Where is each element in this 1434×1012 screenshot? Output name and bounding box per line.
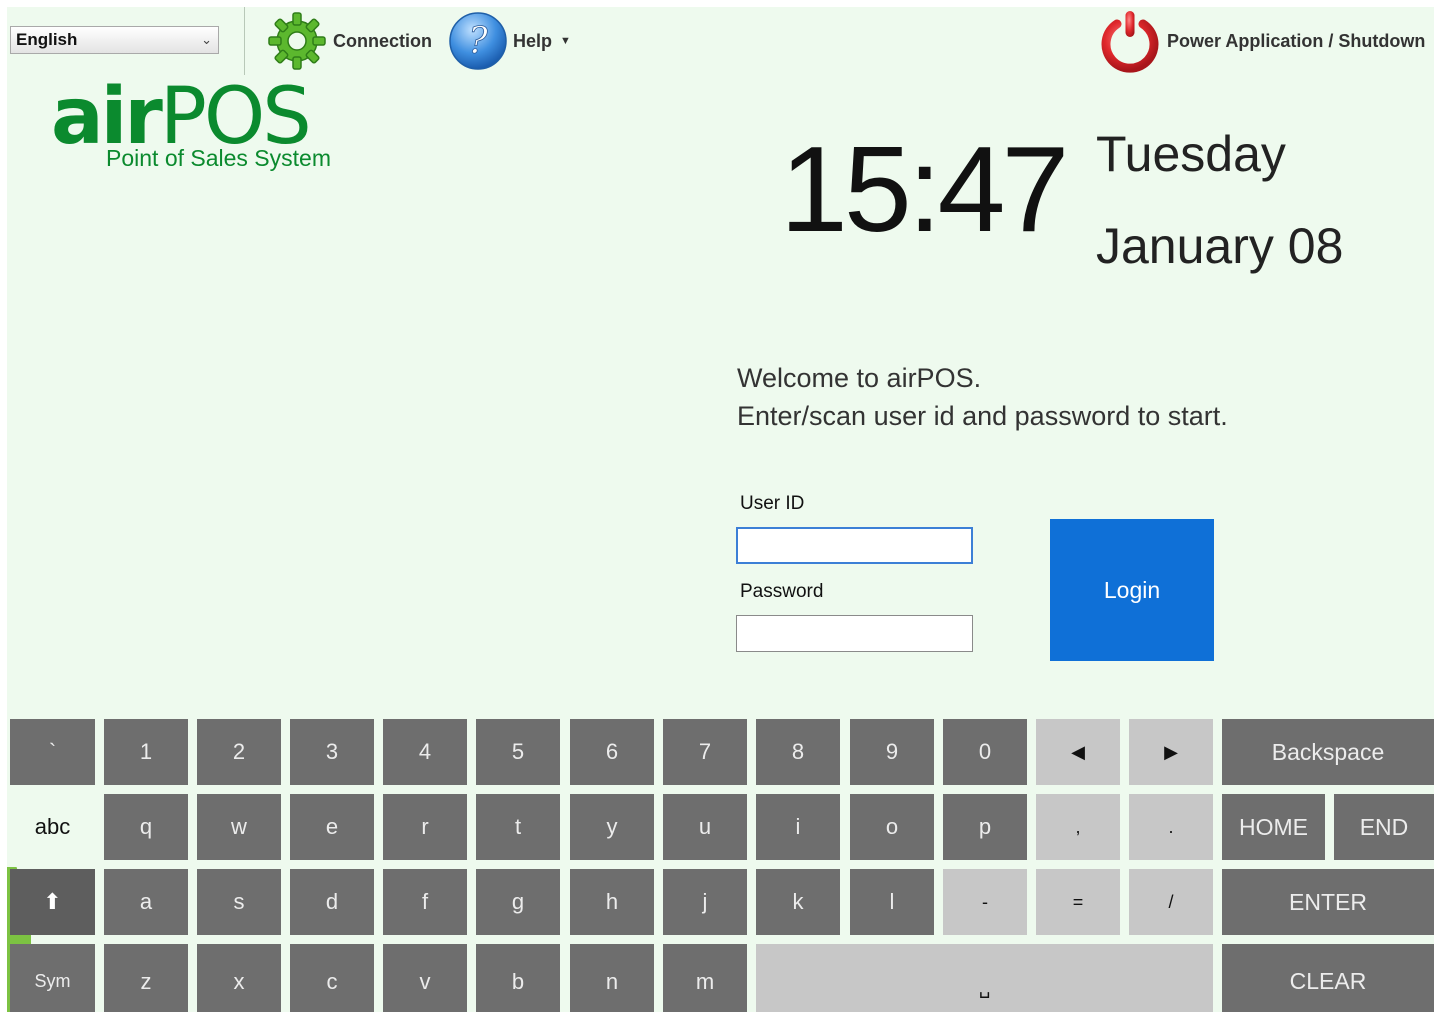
key-r[interactable]: r (383, 794, 467, 860)
gear-icon (268, 12, 326, 70)
clock-day: Tuesday (1096, 126, 1286, 182)
welcome-line-1: Welcome to airPOS. (737, 363, 982, 393)
key-2[interactable]: 2 (197, 719, 281, 785)
key-s[interactable]: s (197, 869, 281, 935)
app-window: English ⌄ Connection ? Help ▼ Power Appl… (7, 7, 1434, 1012)
key-n[interactable]: n (570, 944, 654, 1012)
key-7[interactable]: 7 (663, 719, 747, 785)
key-v[interactable]: v (383, 944, 467, 1012)
key-p[interactable]: p (943, 794, 1027, 860)
connection-button[interactable]: Connection (265, 11, 432, 71)
language-select-value: English (16, 30, 78, 49)
key-5[interactable]: 5 (476, 719, 560, 785)
airpos-logo: airPOS Point of Sales System (51, 77, 331, 171)
password-label: Password (740, 581, 824, 602)
key-w[interactable]: w (197, 794, 281, 860)
clock-time: 15:47 (780, 121, 1069, 257)
on-screen-keyboard: ` 1 2 3 4 5 6 7 8 9 0 ◀ ▶ Backspace abc … (7, 719, 1434, 1012)
key-a[interactable]: a (104, 869, 188, 935)
key-backtick[interactable]: ` (10, 719, 95, 785)
key-9[interactable]: 9 (850, 719, 934, 785)
key-o[interactable]: o (850, 794, 934, 860)
key-period[interactable]: . (1129, 794, 1213, 860)
space-key[interactable]: ␣ (756, 944, 1213, 1012)
key-u[interactable]: u (663, 794, 747, 860)
key-b[interactable]: b (476, 944, 560, 1012)
key-equals[interactable]: = (1036, 869, 1120, 935)
language-select[interactable]: English ⌄ (10, 26, 219, 54)
welcome-line-2: Enter/scan user id and password to start… (737, 401, 1228, 431)
key-l[interactable]: l (850, 869, 934, 935)
toolbar: English ⌄ Connection ? Help ▼ Power Appl… (7, 7, 1434, 77)
clear-key[interactable]: CLEAR (1222, 944, 1434, 1012)
key-d[interactable]: d (290, 869, 374, 935)
backspace-key[interactable]: Backspace (1222, 719, 1434, 785)
arrow-right-key[interactable]: ▶ (1129, 719, 1213, 785)
key-1[interactable]: 1 (104, 719, 188, 785)
key-z[interactable]: z (104, 944, 188, 1012)
key-g[interactable]: g (476, 869, 560, 935)
svg-text:?: ? (468, 21, 488, 62)
key-y[interactable]: y (570, 794, 654, 860)
logo-subtitle: Point of Sales System (106, 145, 331, 171)
key-x[interactable]: x (197, 944, 281, 1012)
arrow-left-key[interactable]: ◀ (1036, 719, 1120, 785)
key-m[interactable]: m (663, 944, 747, 1012)
password-input[interactable] (736, 615, 973, 652)
power-button[interactable]: Power Application / Shutdown (1097, 11, 1426, 73)
key-3[interactable]: 3 (290, 719, 374, 785)
help-button[interactable]: ? Help ▼ (447, 11, 571, 71)
power-label: Power Application / Shutdown (1167, 30, 1426, 51)
home-key[interactable]: HOME (1222, 794, 1325, 860)
key-k[interactable]: k (756, 869, 840, 935)
enter-key[interactable]: ENTER (1222, 869, 1434, 935)
toolbar-divider (244, 7, 245, 75)
end-key[interactable]: END (1334, 794, 1434, 860)
chevron-down-icon: ⌄ (201, 32, 212, 47)
key-minus[interactable]: - (943, 869, 1027, 935)
sym-key[interactable]: Sym (10, 944, 95, 1012)
key-comma[interactable]: , (1036, 794, 1120, 860)
key-0[interactable]: 0 (943, 719, 1027, 785)
help-label: Help (513, 30, 553, 51)
key-t[interactable]: t (476, 794, 560, 860)
key-h[interactable]: h (570, 869, 654, 935)
key-c[interactable]: c (290, 944, 374, 1012)
user-id-label: User ID (740, 493, 805, 514)
welcome-message: Welcome to airPOS. Enter/scan user id an… (737, 359, 1228, 435)
question-icon: ? (449, 12, 507, 70)
user-id-input[interactable] (736, 527, 973, 564)
key-f[interactable]: f (383, 869, 467, 935)
key-e[interactable]: e (290, 794, 374, 860)
shift-key[interactable]: ⬆ (10, 869, 95, 935)
abc-key[interactable]: abc (10, 794, 95, 860)
login-button[interactable]: Login (1050, 519, 1214, 661)
caret-down-icon: ▼ (560, 35, 571, 47)
key-slash[interactable]: / (1129, 869, 1213, 935)
key-j[interactable]: j (663, 869, 747, 935)
power-icon (1101, 11, 1159, 73)
key-6[interactable]: 6 (570, 719, 654, 785)
clock-date: January 08 (1096, 218, 1344, 274)
key-8[interactable]: 8 (756, 719, 840, 785)
key-4[interactable]: 4 (383, 719, 467, 785)
key-q[interactable]: q (104, 794, 188, 860)
connection-label: Connection (333, 30, 432, 51)
key-i[interactable]: i (756, 794, 840, 860)
